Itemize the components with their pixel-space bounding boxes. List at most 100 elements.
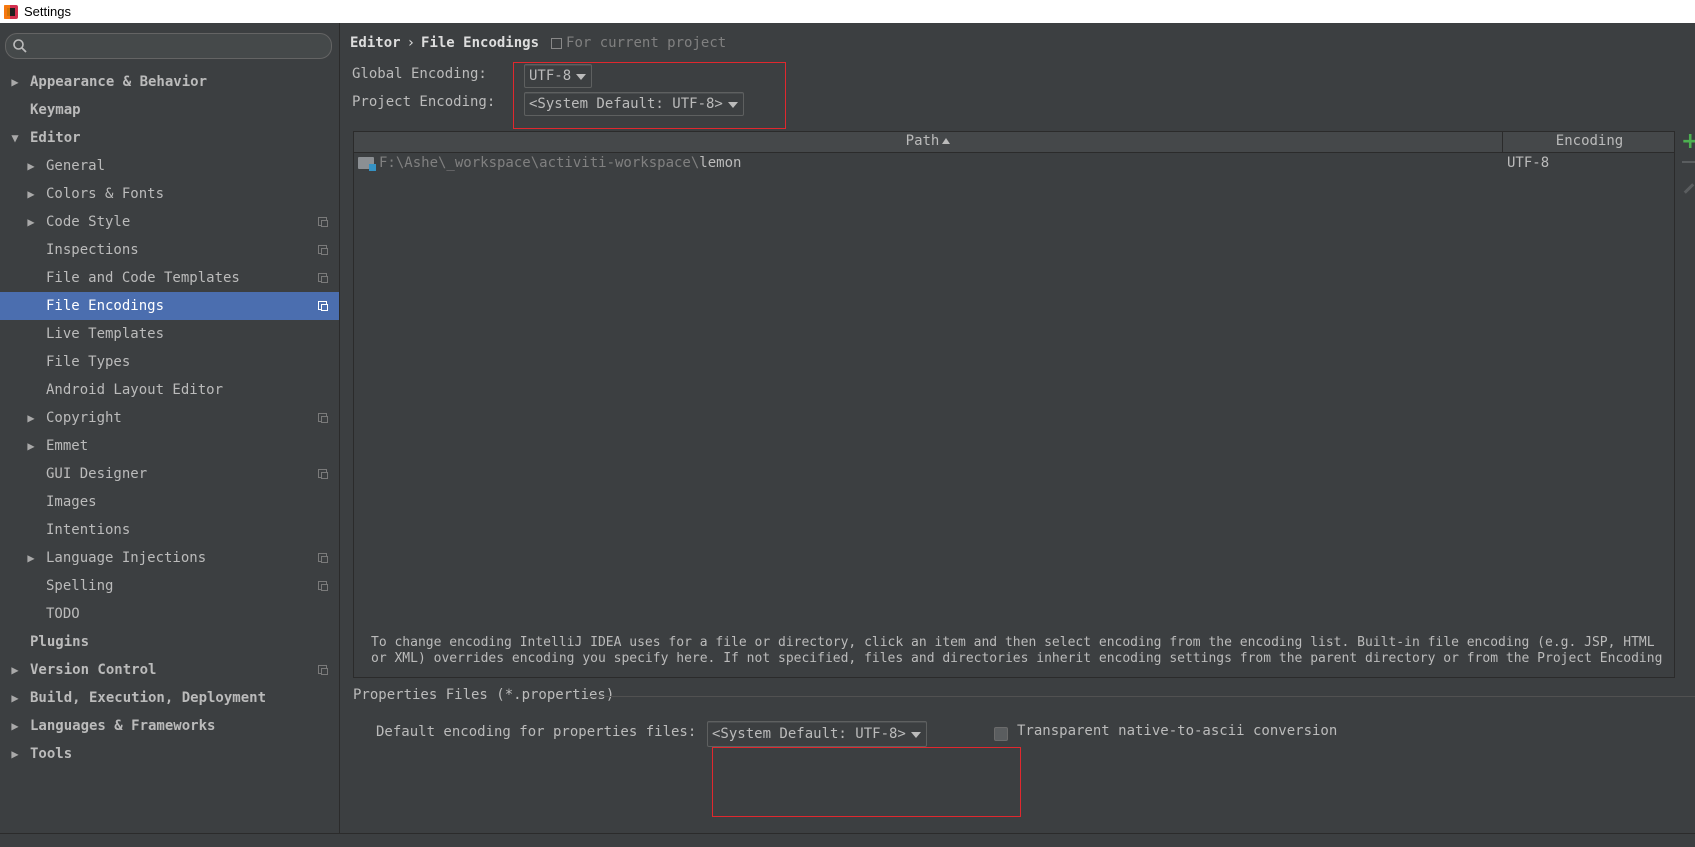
expand-right-icon[interactable]: ▶ (8, 656, 22, 684)
sidebar-item-label: File Types (46, 354, 131, 370)
sidebar-item-plugins[interactable]: Plugins (0, 628, 339, 656)
sidebar-item-file-types[interactable]: File Types (0, 348, 339, 376)
project-encoding-label: Project Encoding: (352, 94, 496, 110)
sidebar-item-label: File and Code Templates (46, 270, 240, 286)
sidebar-item-label: Inspections (46, 242, 139, 258)
sort-ascending-icon (942, 138, 951, 144)
sidebar-item-file-and-code-templates[interactable]: File and Code Templates (0, 264, 339, 292)
sidebar-item-label: GUI Designer (46, 466, 148, 482)
expand-right-icon[interactable]: ▶ (24, 544, 38, 572)
sidebar-item-inspections[interactable]: Inspections (0, 236, 339, 264)
sidebar-item-live-templates[interactable]: Live Templates (0, 320, 339, 348)
path-leaf: lemon (699, 155, 742, 171)
table-row[interactable]: F:\Ashe\_workspace\activiti-workspace\le… (354, 152, 1674, 174)
sidebar-item-copyright[interactable]: ▶ Copyright (0, 404, 339, 432)
project-encoding-value: <System Default: UTF-8> (529, 96, 723, 112)
sidebar-item-label: Colors & Fonts (46, 186, 165, 202)
sidebar-item-todo[interactable]: TODO (0, 600, 339, 628)
expand-right-icon[interactable]: ▶ (24, 208, 38, 236)
sidebar-item-label: Intentions (46, 522, 131, 538)
breadcrumb-parent: Editor (350, 35, 401, 51)
project-scope-icon (318, 217, 328, 227)
sidebar-item-label: Emmet (46, 438, 89, 454)
sidebar-item-spelling[interactable]: Spelling (0, 572, 339, 600)
sidebar-item-label: Build, Execution, Deployment (30, 690, 267, 706)
project-scope-icon (318, 469, 328, 479)
project-encoding-select[interactable]: <System Default: UTF-8> (524, 92, 744, 116)
sidebar-item-label: Tools (30, 746, 73, 762)
sidebar-item-intentions[interactable]: Intentions (0, 516, 339, 544)
settings-sidebar: ▶ Appearance & Behavior Keymap ▼ Editor ▶ Gene… (0, 23, 340, 833)
transparent-native-to-ascii-checkbox[interactable] (994, 727, 1008, 741)
sidebar-item-tools[interactable]: ▶ Tools (0, 740, 339, 768)
properties-encoding-value: <System Default: UTF-8> (712, 726, 906, 742)
settings-content: Editor › File Encodings For current project… (340, 23, 1695, 833)
sidebar-item-label: Plugins (30, 634, 90, 650)
window-title: Settings (24, 4, 71, 19)
sidebar-item-keymap[interactable]: Keymap (0, 96, 339, 124)
dialog-bottom-bar (0, 833, 1695, 847)
expand-right-icon[interactable]: ▶ (24, 404, 38, 432)
sidebar-item-file-encodings[interactable]: File Encodings (0, 292, 339, 320)
intellij-app-icon (4, 4, 18, 19)
sidebar-item-label: Spelling (46, 578, 114, 594)
sidebar-item-label: Keymap (30, 102, 81, 118)
sidebar-item-colors-fonts[interactable]: ▶ Colors & Fonts (0, 180, 339, 208)
project-scope-icon (551, 37, 563, 49)
sidebar-item-appearance-behavior[interactable]: ▶ Appearance & Behavior (0, 68, 339, 96)
sidebar-item-label: Code Style (46, 214, 131, 230)
expand-right-icon[interactable]: ▶ (8, 712, 22, 740)
expand-right-icon[interactable]: ▶ (24, 152, 38, 180)
file-encodings-table[interactable]: Path Encoding F:\Ashe\_workspace\activit… (353, 131, 1675, 678)
sidebar-item-general[interactable]: ▶ General (0, 152, 339, 180)
remove-icon[interactable] (1682, 161, 1695, 163)
expand-right-icon[interactable]: ▶ (24, 180, 38, 208)
encoding-help-text: To change encoding IntelliJ IDEA uses fo… (371, 635, 1663, 666)
settings-search-input[interactable] (5, 33, 332, 59)
sidebar-item-label: Language Injections (46, 550, 207, 566)
transparent-native-to-ascii-label[interactable]: Transparent native-to-ascii conversion (1017, 723, 1337, 739)
sidebar-item-version-control[interactable]: ▶ Version Control (0, 656, 339, 684)
expand-right-icon[interactable]: ▶ (8, 68, 22, 96)
sidebar-item-emmet[interactable]: ▶ Emmet (0, 432, 339, 460)
sidebar-item-label: File Encodings (46, 298, 165, 314)
encoding-cell[interactable]: UTF-8 (1507, 152, 1549, 174)
expand-right-icon[interactable]: ▶ (8, 684, 22, 712)
table-toolbar: + (1680, 131, 1695, 231)
sidebar-item-label: Live Templates (46, 326, 165, 342)
global-encoding-select[interactable]: UTF-8 (524, 64, 593, 88)
expand-right-icon[interactable]: ▶ (8, 740, 22, 768)
breadcrumb-separator: › (406, 35, 416, 51)
module-folder-icon (358, 157, 376, 171)
project-scope-icon (318, 301, 328, 311)
project-scope-icon (318, 413, 328, 423)
sidebar-item-android-layout-editor[interactable]: Android Layout Editor (0, 376, 339, 404)
sidebar-item-label: Copyright (46, 410, 122, 426)
sidebar-item-images[interactable]: Images (0, 488, 339, 516)
project-scope-icon (318, 581, 328, 591)
edit-icon[interactable] (1683, 183, 1695, 194)
sidebar-item-label: TODO (46, 606, 80, 622)
project-scope-icon (318, 553, 328, 563)
properties-section-title: Properties Files (*.properties) (353, 687, 615, 703)
sidebar-item-gui-designer[interactable]: GUI Designer (0, 460, 339, 488)
column-header-path[interactable]: Path (354, 132, 1503, 152)
expand-down-icon[interactable]: ▼ (8, 124, 22, 152)
properties-encoding-label: Default encoding for properties files: (376, 724, 697, 740)
sidebar-item-language-injections[interactable]: ▶ Language Injections (0, 544, 339, 572)
path-cell: F:\Ashe\_workspace\activiti-workspace\le… (379, 152, 741, 174)
search-icon (13, 39, 27, 53)
expand-right-icon[interactable]: ▶ (24, 432, 38, 460)
breadcrumb-current: File Encodings (421, 35, 540, 51)
add-icon[interactable]: + (1681, 131, 1695, 153)
sidebar-item-editor[interactable]: ▼ Editor (0, 124, 339, 152)
column-header-encoding[interactable]: Encoding (1503, 132, 1676, 152)
sidebar-item-label: Android Layout Editor (46, 382, 224, 398)
sidebar-item-label: General (46, 158, 106, 174)
properties-encoding-select[interactable]: <System Default: UTF-8> (707, 721, 927, 747)
sidebar-item-build-execution-deployment[interactable]: ▶ Build, Execution, Deployment (0, 684, 339, 712)
sidebar-item-label: Images (46, 494, 97, 510)
sidebar-item-code-style[interactable]: ▶ Code Style (0, 208, 339, 236)
sidebar-item-languages-frameworks[interactable]: ▶ Languages & Frameworks (0, 712, 339, 740)
table-header: Path Encoding (354, 132, 1674, 153)
